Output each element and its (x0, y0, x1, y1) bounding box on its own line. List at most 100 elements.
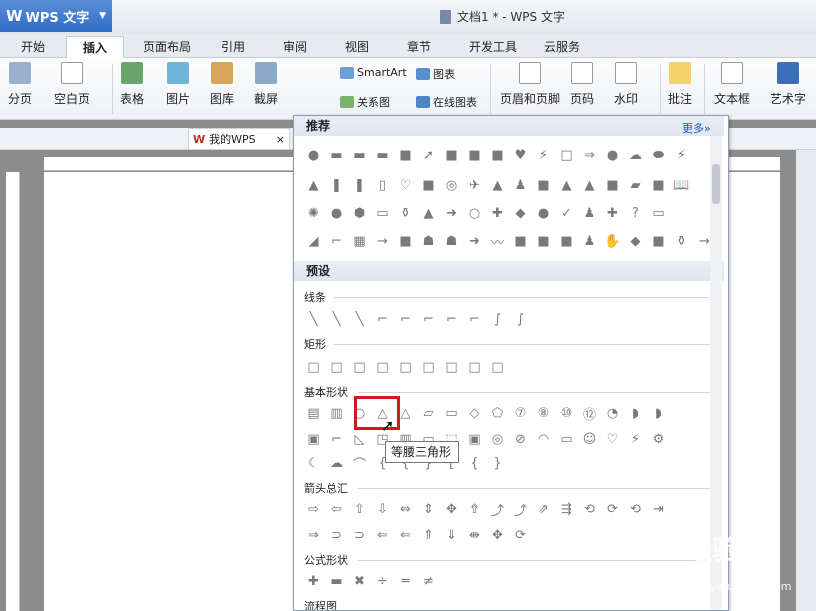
shape-item-icon[interactable]: ╲ (302, 308, 325, 330)
header-footer-button[interactable]: 页眉和页脚 (500, 62, 560, 107)
shape-item-icon[interactable]: ■ (417, 174, 440, 196)
shape-item-icon[interactable]: 〰 (486, 230, 509, 252)
shape-item-icon[interactable]: □ (325, 356, 348, 378)
shape-item-icon[interactable]: ▬ (325, 570, 348, 592)
shape-item-icon[interactable]: ☁ (325, 452, 348, 474)
tab-view[interactable]: 视图 (334, 36, 380, 58)
shape-item-icon[interactable]: ✚ (601, 202, 624, 224)
shape-item-icon[interactable]: ♡ (394, 174, 417, 196)
shape-item-icon[interactable]: ▰ (624, 174, 647, 196)
shape-item-icon[interactable]: ○ (463, 202, 486, 224)
shape-item-icon[interactable]: ■ (509, 230, 532, 252)
shape-item-icon[interactable]: ⑦ (509, 402, 532, 424)
shape-item-icon[interactable]: ⚱ (394, 202, 417, 224)
shape-item-icon[interactable]: ⌐ (325, 428, 348, 450)
shape-item-icon[interactable]: ▲ (486, 174, 509, 196)
shape-item-icon[interactable]: ⤴ (486, 498, 509, 520)
shape-item-icon[interactable]: ⇩ (371, 498, 394, 520)
tab-home[interactable]: 开始 (8, 36, 58, 58)
shape-item-icon[interactable]: □ (302, 356, 325, 378)
shape-item-icon[interactable]: ╲ (348, 308, 371, 330)
shape-item-icon[interactable]: ⟳ (601, 498, 624, 520)
doc-tab-my-wps[interactable]: W 我的WPS × (188, 128, 290, 150)
shape-item-icon[interactable]: ➜ (440, 202, 463, 224)
shape-item-icon[interactable]: □ (417, 356, 440, 378)
screenshot-button[interactable]: 截屏 (254, 62, 278, 107)
shape-item-icon[interactable]: ⌐ (463, 308, 486, 330)
shape-item-icon[interactable]: ⬬ (647, 144, 670, 166)
shape-item-icon[interactable]: ⑧ (532, 402, 555, 424)
shape-item-icon[interactable]: □ (486, 356, 509, 378)
shape-item-icon[interactable]: ⟳ (509, 524, 532, 546)
table-button[interactable]: 表格 (120, 62, 144, 107)
online-chart-button[interactable]: 在线图表 (416, 94, 477, 110)
shape-item-icon[interactable]: ≠ (417, 570, 440, 592)
shape-item-icon[interactable]: ◗ (624, 402, 647, 424)
shape-item-icon[interactable]: ▯ (371, 174, 394, 196)
shape-item-icon[interactable]: ◠ (532, 428, 555, 450)
shape-item-icon[interactable]: ⇔ (394, 498, 417, 520)
shape-item-icon[interactable]: ⇨ (302, 498, 325, 520)
shape-item-icon[interactable]: ▲ (578, 174, 601, 196)
shape-item-icon[interactable]: ■ (440, 144, 463, 166)
shape-item-icon[interactable]: ÷ (371, 570, 394, 592)
shape-item-icon[interactable]: ⇕ (417, 498, 440, 520)
shape-item-icon[interactable]: ☁ (624, 144, 647, 166)
shape-item-icon[interactable]: ♟ (578, 202, 601, 224)
shape-item-icon[interactable]: ▤ (302, 402, 325, 424)
shape-item-icon[interactable]: 📖 (670, 174, 693, 196)
more-link[interactable]: 更多» (682, 119, 711, 139)
smartart-button[interactable]: SmartArt (340, 66, 407, 79)
wordart-button[interactable]: 艺术字 (770, 62, 806, 107)
shape-item-icon[interactable]: ✋ (601, 230, 624, 252)
shape-item-icon[interactable]: ⌐ (440, 308, 463, 330)
shape-item-icon[interactable]: ⟲ (578, 498, 601, 520)
shape-item-icon[interactable]: ⇒ (302, 524, 325, 546)
tab-review[interactable]: 审阅 (272, 36, 318, 58)
close-icon[interactable]: × (276, 133, 285, 146)
shape-item-icon[interactable]: ☗ (440, 230, 463, 252)
shape-item-icon[interactable]: ⇶ (555, 498, 578, 520)
picture-button[interactable]: 图片 (166, 62, 190, 107)
shape-item-icon[interactable]: ● (601, 144, 624, 166)
shape-item-icon[interactable]: ▣ (302, 428, 325, 450)
shape-item-icon[interactable]: ☗ (417, 230, 440, 252)
shape-item-icon[interactable]: ⇥ (647, 498, 670, 520)
textbox-button[interactable]: 文本框 (714, 62, 750, 107)
shape-item-icon[interactable]: ⇐ (371, 524, 394, 546)
shape-item-icon[interactable]: ✚ (302, 570, 325, 592)
shape-item-icon[interactable]: ═ (394, 570, 417, 592)
app-menu-button[interactable]: W WPS 文字 ▼ (0, 0, 112, 32)
shape-item-icon[interactable]: ● (532, 202, 555, 224)
shape-item-icon[interactable]: ╲ (325, 308, 348, 330)
shape-item-icon[interactable]: □ (371, 356, 394, 378)
shape-item-icon[interactable]: ▬ (325, 144, 348, 166)
tab-references[interactable]: 引用 (210, 36, 256, 58)
shape-item-icon[interactable]: ✓ (555, 202, 578, 224)
shape-item-icon[interactable]: ▣ (463, 428, 486, 450)
shape-item-icon[interactable]: ⚡ (624, 428, 647, 450)
shape-item-icon[interactable]: ⊃ (325, 524, 348, 546)
gallery-button[interactable]: 图库 (210, 62, 234, 107)
shape-item-icon[interactable]: ✚ (486, 202, 509, 224)
tab-cloud[interactable]: 云服务 (534, 36, 590, 58)
shape-item-icon[interactable]: ⌐ (417, 308, 440, 330)
shape-item-icon[interactable]: ⚡ (532, 144, 555, 166)
shape-item-icon[interactable]: ▥ (325, 402, 348, 424)
shape-item-icon[interactable]: ⊘ (509, 428, 532, 450)
shape-item-icon[interactable]: ▲ (302, 174, 325, 196)
shape-item-icon[interactable]: ■ (555, 230, 578, 252)
shape-item-icon[interactable]: ➜ (463, 230, 486, 252)
blank-page-button[interactable]: 空白页 (54, 62, 90, 107)
shape-item-icon[interactable]: ✥ (486, 524, 509, 546)
shape-item-icon[interactable]: ♟ (509, 174, 532, 196)
shape-item-icon[interactable]: } (486, 452, 509, 474)
shape-item-icon[interactable]: □ (394, 356, 417, 378)
shape-item-icon[interactable]: ⬢ (348, 202, 371, 224)
shape-item-icon[interactable]: ▦ (348, 230, 371, 252)
shape-item-icon[interactable]: { (463, 452, 486, 474)
comment-button[interactable]: 批注 (668, 62, 692, 107)
shape-item-icon[interactable]: ▱ (417, 402, 440, 424)
shape-item-icon[interactable]: ⚙ (647, 428, 670, 450)
shape-item-icon[interactable]: ✺ (302, 202, 325, 224)
